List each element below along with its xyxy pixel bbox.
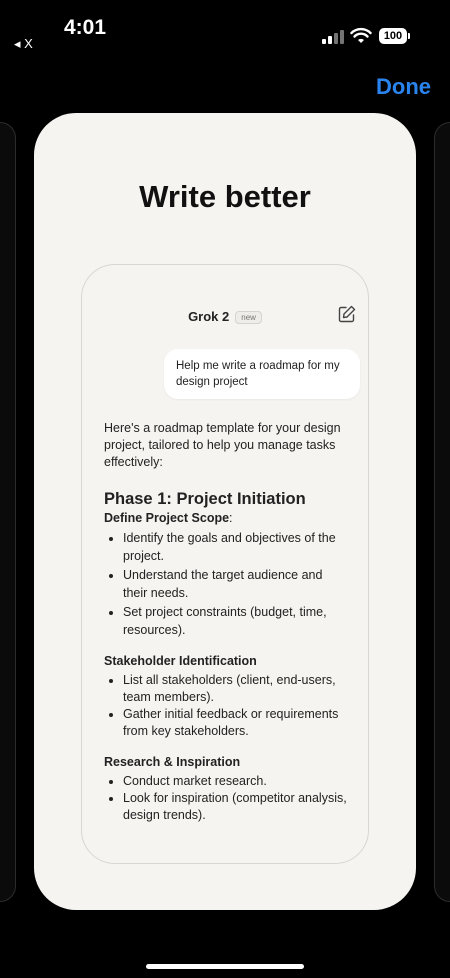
battery-indicator: 100 [379, 28, 410, 44]
stakeholder-list: List all stakeholders (client, end-users… [104, 672, 349, 740]
research-list: Conduct market research. Look for inspir… [104, 773, 349, 824]
scope-list: Identify the goals and objectives of the… [104, 529, 349, 639]
list-item: Conduct market research. [123, 773, 349, 790]
assistant-reply: Here's a roadmap template for your desig… [104, 420, 349, 824]
home-indicator[interactable] [146, 964, 304, 969]
reply-intro: Here's a roadmap template for your desig… [104, 421, 341, 469]
back-to-app-link[interactable]: ◂ X [14, 36, 33, 52]
wifi-icon [350, 27, 372, 43]
next-card-preview[interactable] [434, 122, 450, 902]
scope-colon: : [229, 511, 233, 525]
phase-title: Phase 1: Project Initiation [104, 490, 306, 508]
list-item: Gather initial feedback or requirements … [123, 706, 349, 740]
cellular-signal-icon [322, 30, 344, 44]
card-headline: Write better [139, 179, 311, 214]
done-button[interactable]: Done [376, 74, 431, 100]
model-name: Grok 2 [188, 309, 230, 324]
list-item: List all stakeholders (client, end-users… [123, 672, 349, 706]
feature-card: Write better Grok 2 new Help me write a r… [34, 113, 416, 910]
scope-label: Define Project Scope [104, 511, 230, 525]
chat-header: Grok 2 new [82, 309, 368, 325]
previous-card-preview[interactable] [0, 122, 16, 902]
user-message-bubble: Help me write a roadmap for my design pr… [164, 349, 360, 399]
status-time: 4:01 [64, 16, 107, 39]
list-item: Understand the target audience and their… [123, 566, 349, 602]
list-item: Identify the goals and objectives of the… [123, 529, 349, 565]
new-badge: new [235, 311, 262, 325]
chat-preview: Grok 2 new Help me write a roadmap for my… [81, 264, 369, 864]
research-heading: Research & Inspiration [104, 755, 241, 769]
scope-heading: Define Project Scope: [104, 510, 349, 527]
list-item: Set project constraints (budget, time, r… [123, 603, 349, 639]
stakeholder-heading: Stakeholder Identification [104, 654, 257, 668]
compose-icon [338, 305, 356, 323]
list-item: Look for inspiration (competitor analysi… [123, 790, 349, 824]
status-bar: ◂ X 4:01 100 [0, 0, 450, 60]
